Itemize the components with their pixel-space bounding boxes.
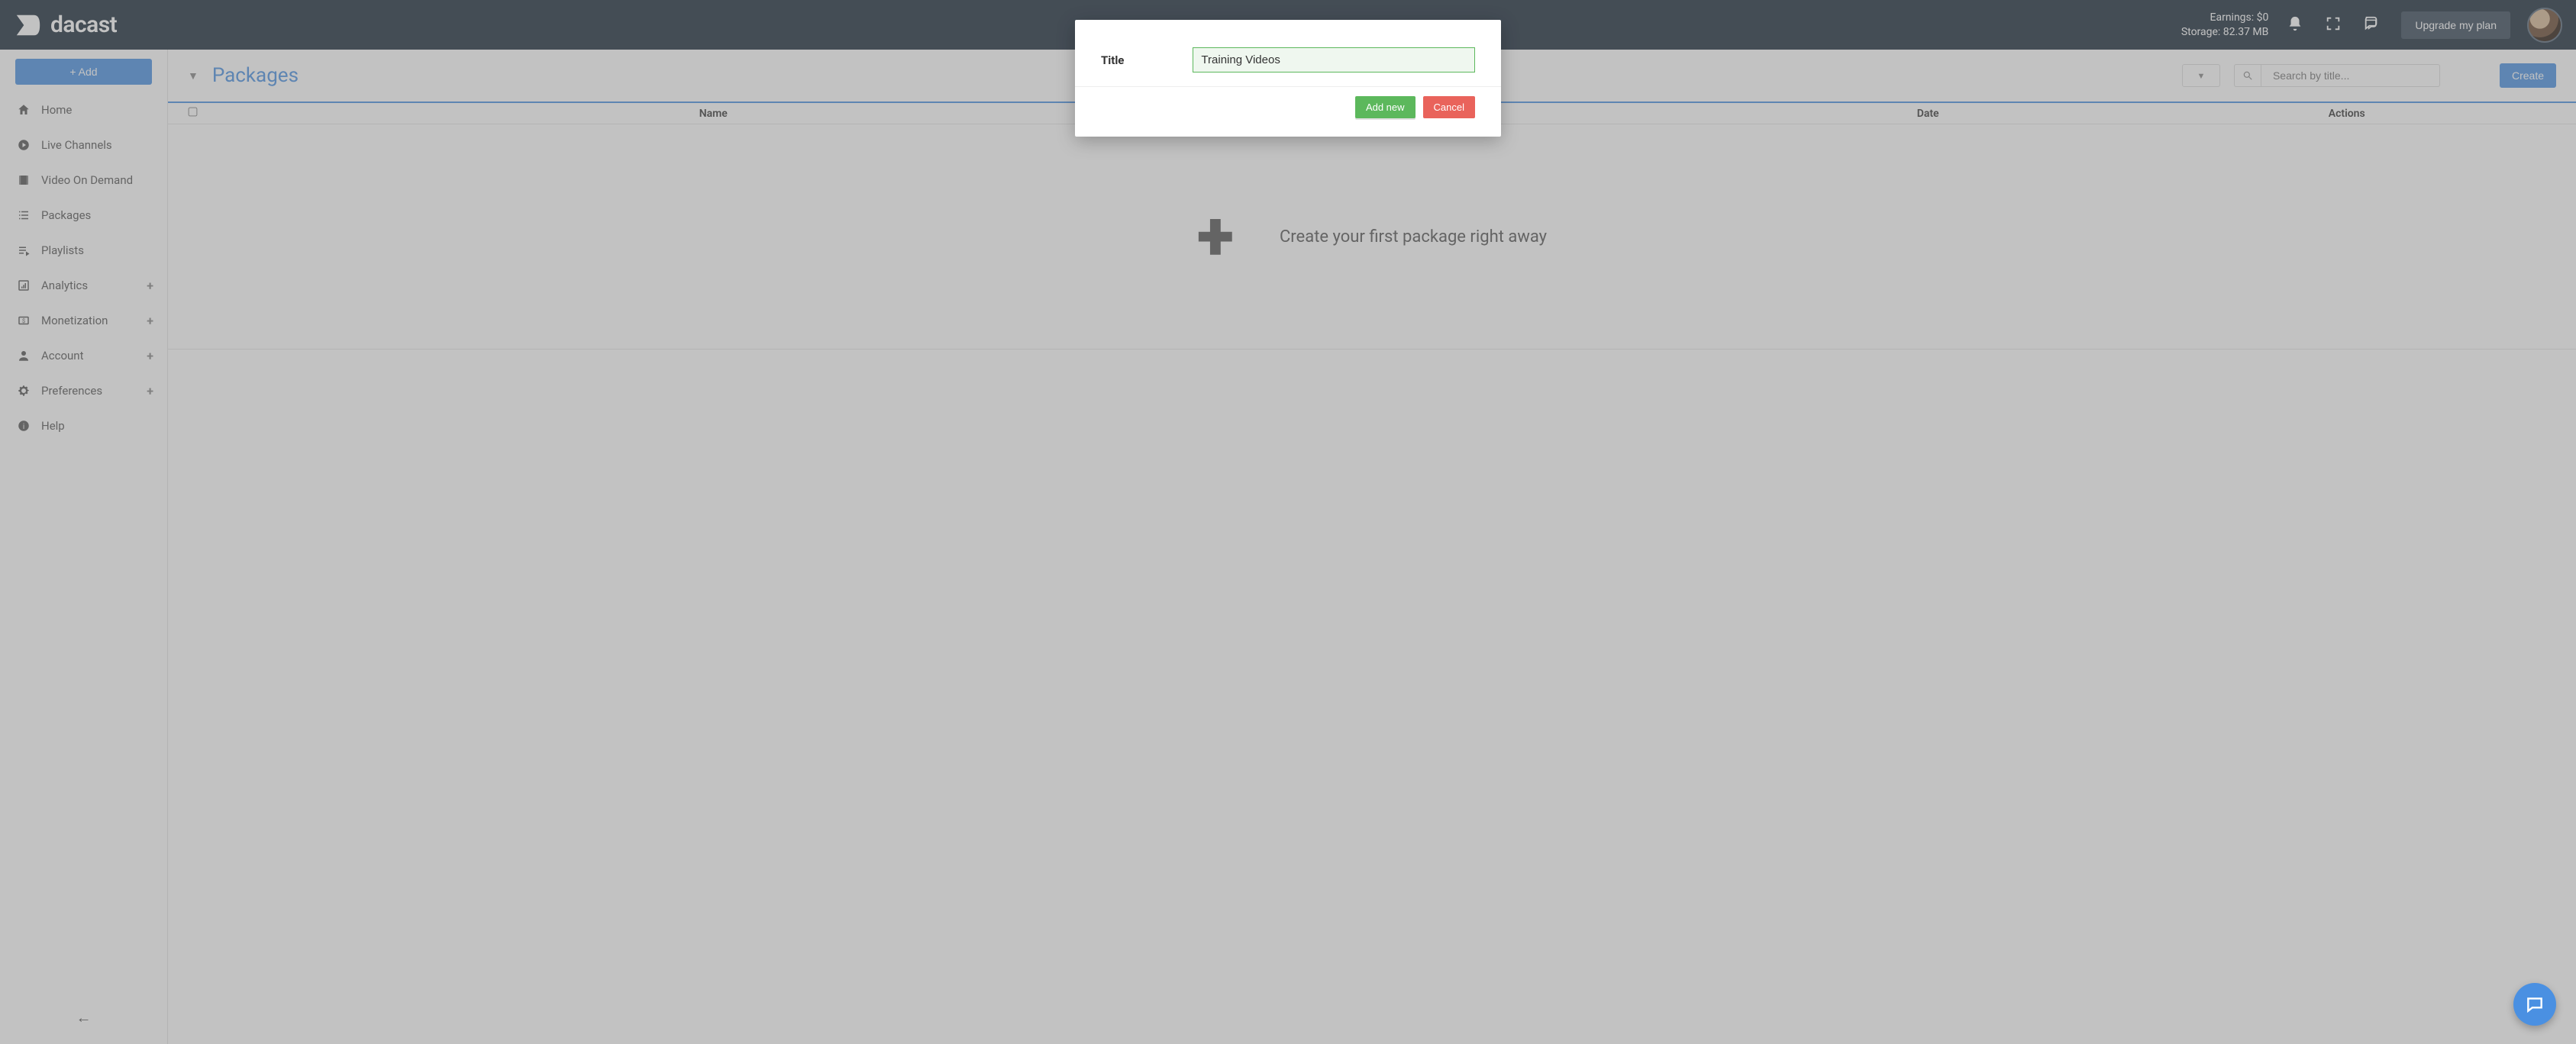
package-title-input[interactable]	[1193, 47, 1475, 72]
create-package-modal: Title Add new Cancel	[1075, 20, 1501, 137]
help-chat-button[interactable]	[2513, 983, 2556, 1026]
add-new-button[interactable]: Add new	[1355, 96, 1416, 118]
chat-bubble-icon	[2525, 994, 2545, 1014]
modal-title-label: Title	[1101, 53, 1124, 67]
cancel-button[interactable]: Cancel	[1423, 96, 1475, 118]
modal-overlay: Title Add new Cancel	[0, 0, 2576, 1044]
